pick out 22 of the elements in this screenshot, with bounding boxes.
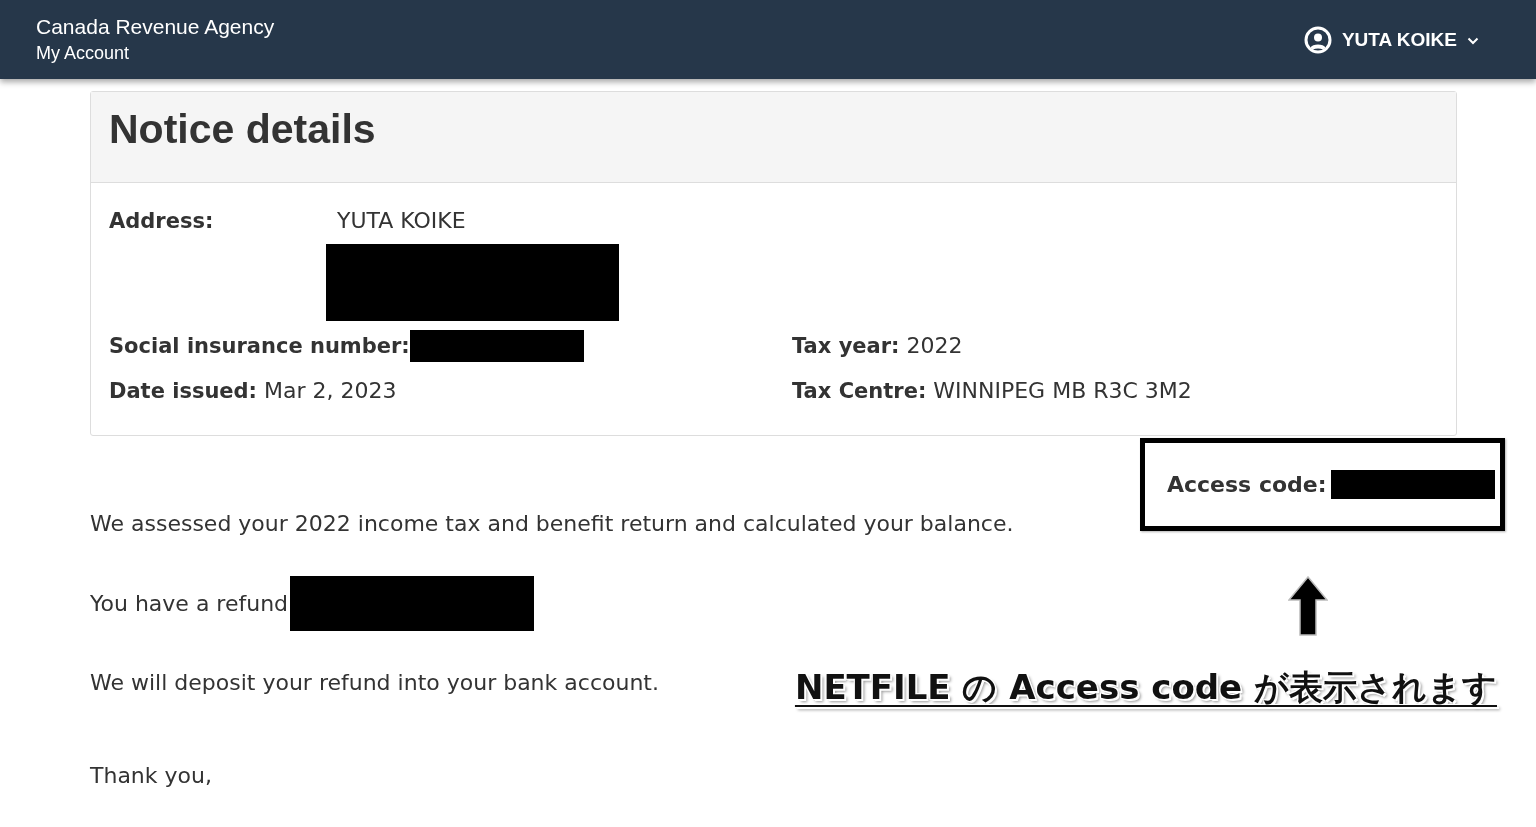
field-label: Address: xyxy=(109,208,215,235)
closing-text: Thank you, xyxy=(90,762,212,790)
field-label: Access code: xyxy=(1167,470,1327,499)
field-label: Date issued: xyxy=(109,378,257,405)
field-value: Mar 2, 2023 xyxy=(264,377,397,405)
field-value: 2022 xyxy=(906,332,963,360)
app-name: My Account xyxy=(36,42,131,64)
agency-name: Canada Revenue Agency xyxy=(36,15,275,39)
field-label: Tax Centre: xyxy=(792,378,927,405)
body-text: We assessed your 2022 income tax and benefit return and calculated your balance. xyxy=(90,510,1014,538)
chevron-down-icon xyxy=(1467,37,1479,45)
body-text: You have a refund xyxy=(90,589,289,618)
card-title: Notice details xyxy=(109,105,377,154)
annotation-caption: NETFILE の Access code が表示されます xyxy=(794,666,1497,709)
address-name: YUTA KOIKE xyxy=(336,207,467,235)
user-circle-icon xyxy=(1303,25,1332,54)
field-value: WINNIPEG MB R3C 3M2 xyxy=(933,377,1192,405)
field-label: Social insurance number: xyxy=(109,333,410,360)
field-label: Tax year: xyxy=(792,333,900,360)
body-text: We will deposit your refund into your bank account. xyxy=(90,669,659,697)
user-menu-button[interactable]: YUTA KOIKE xyxy=(1303,25,1479,54)
up-arrow-icon xyxy=(1288,576,1328,636)
